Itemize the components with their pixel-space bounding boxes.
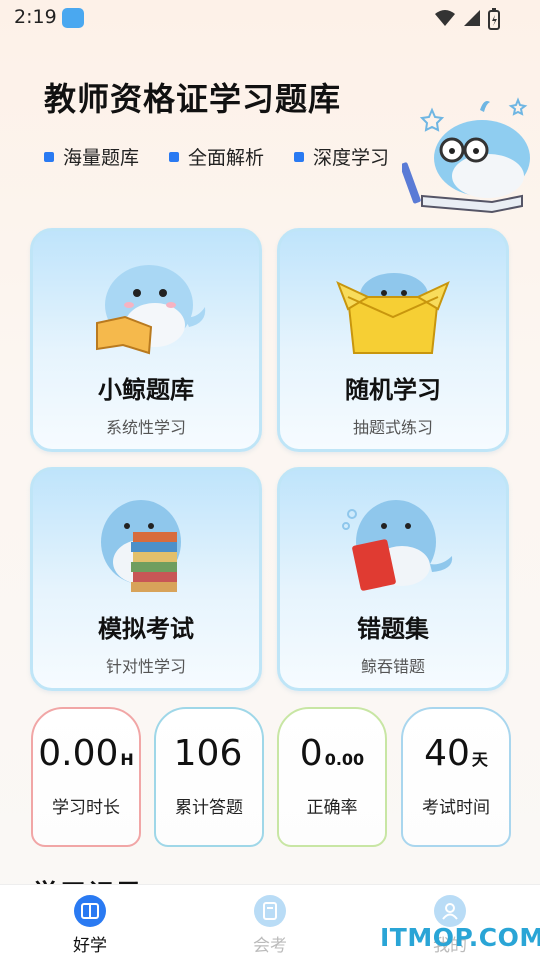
feature-tag: 全面解析 xyxy=(169,143,264,170)
page-title: 教师资格证学习题库 xyxy=(44,80,342,118)
whale-eating-book-illustration xyxy=(342,500,453,591)
bullet-icon xyxy=(44,151,54,162)
card-title: 小鲸题库 xyxy=(98,376,194,404)
card-random-study[interactable]: 随机学习 抽题式练习 xyxy=(277,228,509,452)
whale-with-book-stack-illustration xyxy=(101,500,181,592)
bullet-icon xyxy=(294,151,305,162)
document-icon xyxy=(254,895,286,927)
whale-with-glasses-illustration xyxy=(402,97,530,214)
stat-total-answered[interactable]: 106 累计答题 xyxy=(154,707,264,847)
stat-value: 106 xyxy=(173,733,243,774)
signal-icon xyxy=(464,10,480,26)
stat-accuracy[interactable]: 0 0.00 正确率 xyxy=(277,707,387,847)
status-bar: 2:19 xyxy=(0,0,540,36)
card-subtitle: 鲸吞错题 xyxy=(360,657,425,676)
card-title: 模拟考试 xyxy=(98,615,194,643)
stat-exam-countdown[interactable]: 40 天 考试时间 xyxy=(401,707,511,847)
card-subtitle: 系统性学习 xyxy=(105,418,186,437)
card-whale-question-bank[interactable]: 小鲸题库 系统性学习 xyxy=(30,228,262,452)
book-icon xyxy=(74,895,106,927)
feature-tag: 海量题库 xyxy=(44,143,139,170)
card-mock-exam[interactable]: 模拟考试 针对性学习 xyxy=(30,467,262,691)
stat-label: 学习时长 xyxy=(52,798,120,818)
stat-label: 考试时间 xyxy=(422,798,490,818)
battery-icon xyxy=(488,8,500,30)
bullet-icon xyxy=(169,151,180,162)
whale-in-box-illustration xyxy=(336,273,450,354)
whale-reading-book-illustration xyxy=(96,265,206,355)
wifi-icon xyxy=(435,10,455,26)
tab-exam[interactable]: 会考 xyxy=(230,895,310,956)
card-title: 随机学习 xyxy=(345,376,441,404)
tab-study[interactable]: 好学 xyxy=(50,895,130,956)
card-subtitle: 针对性学习 xyxy=(105,657,186,676)
card-subtitle: 抽题式练习 xyxy=(352,418,433,437)
card-title: 错题集 xyxy=(357,615,429,643)
feature-tag: 深度学习 xyxy=(294,143,389,170)
stat-label: 正确率 xyxy=(306,798,358,818)
tab-label: 会考 xyxy=(253,936,287,956)
feature-tags: 海量题库 全面解析 深度学习 xyxy=(44,143,389,170)
card-wrong-questions[interactable]: 错题集 鲸吞错题 xyxy=(277,467,509,691)
stat-value: 40 天 xyxy=(424,733,488,774)
watermark-text: ITMOP.COM xyxy=(380,923,540,952)
stat-study-duration[interactable]: 0.00 H 学习时长 xyxy=(31,707,141,847)
stat-value: 0 0.00 xyxy=(299,733,365,774)
tab-label: 好学 xyxy=(73,936,107,956)
status-time: 2:19 xyxy=(14,6,57,28)
app-notification-icon xyxy=(62,8,84,28)
stat-value: 0.00 H xyxy=(38,733,134,774)
stat-label: 累计答题 xyxy=(175,798,243,818)
